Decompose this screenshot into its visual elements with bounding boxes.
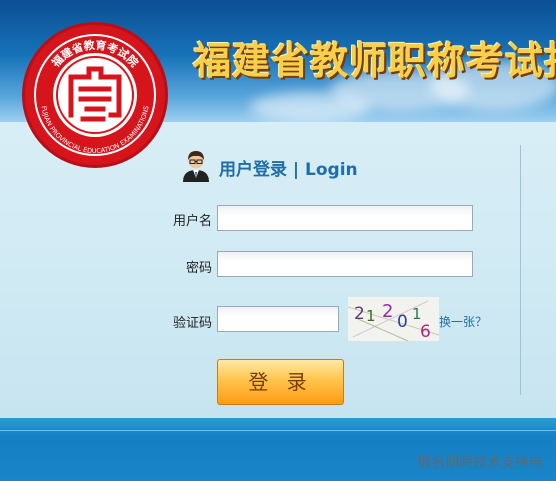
captcha-digit: 0: [397, 312, 408, 332]
user-avatar-icon: [181, 148, 211, 186]
captcha-input[interactable]: [217, 306, 339, 332]
banner-title: 福建省教师职称考试报: [193, 39, 556, 83]
footer-divider: [0, 430, 556, 431]
captcha-digit: 1: [412, 305, 422, 323]
captcha-digit: 6: [420, 322, 431, 341]
captcha-label: 验证码: [172, 316, 212, 331]
captcha-digit: 2: [354, 304, 365, 324]
username-label: 用户名: [172, 214, 212, 229]
captcha-digit: 1: [366, 307, 376, 325]
login-title: 用户登录 | Login: [219, 159, 358, 180]
login-title-row: 用户登录 | Login: [181, 148, 358, 186]
captcha-digit: 2: [382, 301, 393, 322]
panel-divider: [520, 145, 521, 395]
footer-support-text: 报名期间技术支持电: [417, 455, 543, 471]
institution-seal-logo: 福建省教育考试院 FUJIAN PROVINCIAL EDUCATION EXA…: [22, 22, 168, 168]
password-label: 密码: [185, 261, 212, 276]
captcha-image[interactable]: 2 1 2 0 1 6: [348, 297, 439, 341]
username-input[interactable]: [217, 205, 473, 231]
login-button[interactable]: 登 录: [217, 359, 344, 405]
refresh-captcha-link[interactable]: 换一张？: [439, 313, 487, 330]
password-input[interactable]: [217, 251, 473, 277]
